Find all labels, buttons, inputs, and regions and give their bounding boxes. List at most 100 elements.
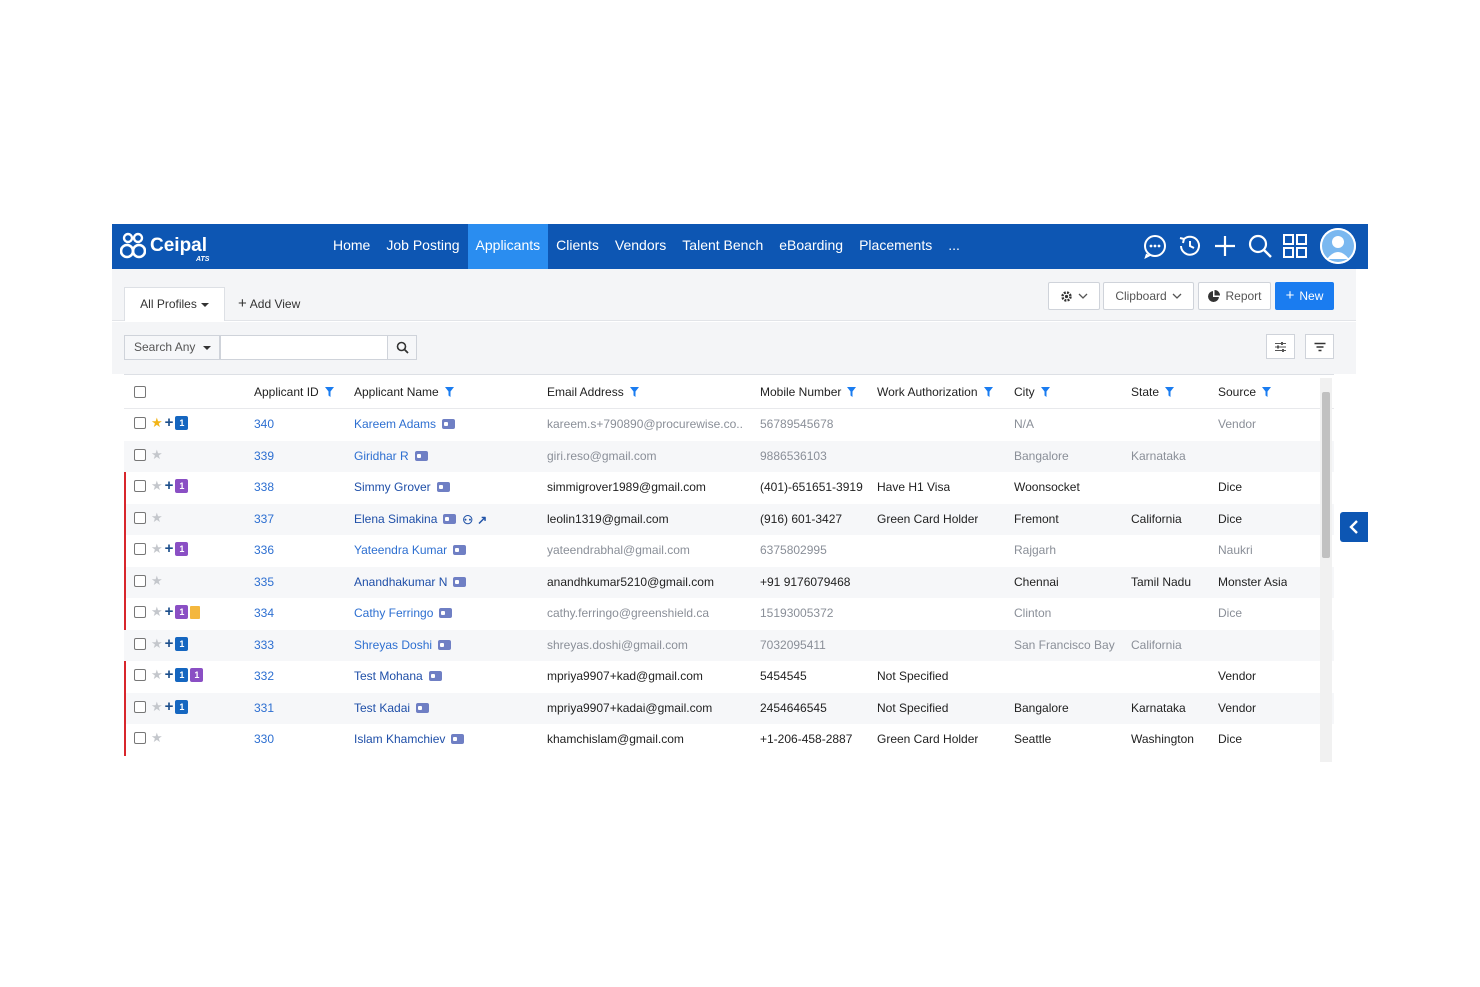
- star-outline-icon[interactable]: ★: [151, 668, 163, 682]
- applicant-name-cell[interactable]: Shreyas Doshi: [354, 638, 452, 652]
- count-badge[interactable]: 1: [175, 542, 189, 556]
- row-checkbox[interactable]: [134, 448, 146, 461]
- applicant-id-link[interactable]: 333: [254, 638, 274, 652]
- applicant-id-link[interactable]: 332: [254, 669, 274, 683]
- column-header-source[interactable]: Source: [1218, 385, 1272, 399]
- contact-card-icon[interactable]: [428, 671, 442, 681]
- row-checkbox[interactable]: [134, 637, 146, 650]
- row-checkbox[interactable]: [134, 417, 146, 429]
- contact-card-icon[interactable]: [416, 702, 430, 713]
- column-header-work-auth[interactable]: Work Authorization: [877, 385, 993, 399]
- row-checkbox[interactable]: [134, 669, 146, 681]
- row-checkbox[interactable]: [134, 606, 146, 618]
- contact-card-icon[interactable]: [451, 734, 465, 744]
- column-header-email[interactable]: Email Address: [547, 385, 639, 399]
- table-row[interactable]: ★ 330 Islam Khamchiev khamchislam@gmail.com…: [124, 724, 1334, 756]
- applicant-name-link[interactable]: Shreyas Doshi: [354, 638, 432, 652]
- side-panel-toggle[interactable]: [1340, 512, 1368, 542]
- search-input[interactable]: [220, 335, 388, 360]
- star-outline-icon[interactable]: ★: [151, 479, 163, 493]
- column-header-name[interactable]: Applicant Name: [354, 385, 454, 399]
- clipboard-button[interactable]: Clipboard: [1103, 282, 1194, 310]
- star-outline-icon[interactable]: ★: [151, 699, 163, 714]
- row-checkbox[interactable]: [134, 574, 146, 587]
- applicant-id-link[interactable]: 331: [254, 701, 274, 715]
- applicant-id-link[interactable]: 338: [254, 480, 274, 494]
- applicant-id-link[interactable]: 334: [254, 606, 274, 620]
- applicant-name-link[interactable]: Elena Simakina: [354, 512, 437, 526]
- table-row[interactable]: ★ +1 331 Test Kadai mpriya9907+kadai@gmail.c…: [124, 692, 1334, 724]
- count-badge[interactable]: 1: [175, 636, 189, 651]
- star-filled-icon[interactable]: ★: [151, 416, 163, 430]
- count-badge[interactable]: 1: [190, 668, 204, 682]
- report-button[interactable]: Report: [1198, 282, 1271, 310]
- search-button[interactable]: [387, 335, 417, 360]
- add-to-job-icon[interactable]: +: [165, 604, 174, 619]
- nav-item-job-posting[interactable]: Job Posting: [378, 224, 467, 269]
- table-row[interactable]: ★ 335 Anandhakumar N anandhkumar5210@gmail.…: [124, 566, 1334, 598]
- binoculars-icon[interactable]: ⚇: [462, 513, 473, 527]
- settings-dropdown-button[interactable]: [1048, 282, 1100, 310]
- applicant-name-link[interactable]: Anandhakumar N: [354, 575, 447, 589]
- count-badge[interactable]: 1: [175, 479, 189, 493]
- chat-icon[interactable]: [1142, 230, 1168, 262]
- contact-card-icon[interactable]: [438, 639, 452, 650]
- applicant-name-cell[interactable]: Yateendra Kumar: [354, 543, 467, 557]
- applicant-name-cell[interactable]: Simmy Grover: [354, 480, 450, 494]
- nav-item-more[interactable]: ...: [940, 224, 968, 269]
- add-to-job-icon[interactable]: +: [165, 478, 174, 493]
- add-to-job-icon[interactable]: +: [165, 667, 174, 682]
- filter-funnel-icon[interactable]: [1040, 387, 1050, 397]
- add-to-job-icon[interactable]: +: [165, 699, 174, 714]
- contact-card-icon[interactable]: [436, 482, 450, 492]
- column-header-id[interactable]: Applicant ID: [254, 385, 334, 399]
- star-outline-icon[interactable]: ★: [151, 447, 163, 462]
- contact-card-icon[interactable]: [453, 545, 467, 555]
- column-header-city[interactable]: City: [1014, 385, 1050, 399]
- filter-funnel-icon[interactable]: [444, 387, 454, 397]
- table-row[interactable]: ★ +1 338 Simmy Grover simmigrover1989@gmail.…: [124, 472, 1334, 504]
- applicant-name-cell[interactable]: Islam Khamchiev: [354, 732, 465, 746]
- applicant-name-cell[interactable]: Cathy Ferringo: [354, 606, 453, 620]
- external-link-icon[interactable]: ↗: [477, 513, 487, 527]
- applicant-name-cell[interactable]: Test Kadai: [354, 701, 430, 715]
- applicant-id-link[interactable]: 340: [254, 417, 274, 431]
- applicant-name-link[interactable]: Test Kadai: [354, 701, 410, 715]
- contact-card-icon[interactable]: [442, 419, 456, 429]
- select-all-checkbox[interactable]: [134, 386, 146, 398]
- table-row[interactable]: ★ +1 1 332 Test Mohana mpriya9907+kad@gmail.c…: [124, 661, 1334, 693]
- count-badge[interactable]: 1: [175, 605, 189, 619]
- filter-funnel-icon[interactable]: [324, 387, 334, 397]
- add-to-job-icon[interactable]: +: [165, 636, 174, 651]
- column-header-mobile[interactable]: Mobile Number: [760, 385, 857, 399]
- table-row[interactable]: ★ +1 340 Kareem Adams kareem.s+790890@procur…: [124, 409, 1334, 441]
- table-row[interactable]: ★ 337 Elena Simakina ⚇ ↗ leolin1319@gmail.com…: [124, 503, 1334, 535]
- applicant-id-link[interactable]: 330: [254, 732, 274, 746]
- star-outline-icon[interactable]: ★: [151, 605, 163, 619]
- table-row[interactable]: ★ +1 333 Shreyas Doshi shreyas.doshi@gmail.c…: [124, 629, 1334, 661]
- row-checkbox[interactable]: [134, 480, 146, 492]
- applicant-name-cell[interactable]: Giridhar R: [354, 449, 428, 463]
- user-avatar[interactable]: [1320, 228, 1356, 264]
- row-checkbox[interactable]: [134, 700, 146, 713]
- grid-scrollbar-thumb[interactable]: [1322, 392, 1330, 558]
- applicant-id-link[interactable]: 335: [254, 575, 274, 589]
- table-row[interactable]: ★ +1 336 Yateendra Kumar yateendrabhal@gmail…: [124, 535, 1334, 567]
- count-badge[interactable]: 1: [175, 668, 189, 682]
- row-checkbox[interactable]: [134, 511, 146, 524]
- applicant-name-link[interactable]: Cathy Ferringo: [354, 606, 433, 620]
- star-outline-icon[interactable]: ★: [151, 636, 163, 651]
- document-icon[interactable]: [190, 605, 201, 619]
- applicant-id-link[interactable]: 336: [254, 543, 274, 557]
- plus-icon[interactable]: [1212, 230, 1238, 262]
- add-view-button[interactable]: + Add View: [238, 295, 300, 312]
- nav-item-talent-bench[interactable]: Talent Bench: [674, 224, 771, 269]
- applicant-name-link[interactable]: Test Mohana: [354, 669, 423, 683]
- table-row[interactable]: ★ +1 334 Cathy Ferringo cathy.ferringo@green…: [124, 598, 1334, 630]
- filter-funnel-icon[interactable]: [1165, 387, 1175, 397]
- table-row[interactable]: ★ 339 Giridhar R giri.reso@gmail.com 9886536…: [124, 440, 1334, 472]
- grid-scrollbar[interactable]: [1320, 378, 1332, 762]
- applicant-name-cell[interactable]: Test Mohana: [354, 669, 442, 683]
- applicant-name-link[interactable]: Kareem Adams: [354, 417, 436, 431]
- filter-funnel-icon[interactable]: [629, 387, 639, 397]
